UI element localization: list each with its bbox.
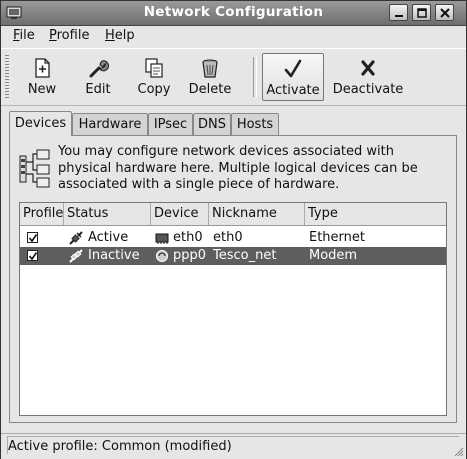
title-bar[interactable]: Network Configuration <box>1 1 466 26</box>
toolbar-grip[interactable] <box>5 55 9 99</box>
tab-devices[interactable]: Devices <box>9 111 72 136</box>
status-bar: Active profile: Common (modified) <box>1 433 466 459</box>
resize-grip-icon[interactable] <box>452 445 464 457</box>
checkmark-icon <box>284 59 302 78</box>
tab-hardware[interactable]: Hardware <box>72 113 148 135</box>
menu-profile[interactable]: Profile <box>49 28 89 43</box>
menu-bar: File Profile Help <box>1 26 466 47</box>
tab-dns[interactable]: DNS <box>193 113 231 135</box>
profile-checkbox[interactable] <box>27 232 38 243</box>
close-icon <box>440 8 450 18</box>
column-type[interactable]: Type <box>305 203 446 225</box>
copy-icon <box>145 58 163 78</box>
device-text: ppp0 <box>173 248 207 263</box>
devices-description: You may configure network devices associ… <box>58 144 418 192</box>
network-configuration-window: Network Configuration File Profile Help … <box>0 0 467 459</box>
x-mark-icon <box>361 60 375 76</box>
menu-file[interactable]: File <box>13 28 35 43</box>
copy-button[interactable]: Copy <box>128 53 180 101</box>
maximize-button[interactable] <box>412 4 431 21</box>
close-button[interactable] <box>435 4 454 21</box>
table-row[interactable]: Active eth0 eth0 Ethernet <box>20 229 446 247</box>
minimize-icon <box>395 15 403 17</box>
type-text: Ethernet <box>309 230 365 245</box>
toolbar-separator <box>253 57 257 97</box>
check-icon <box>28 252 38 261</box>
new-button[interactable]: New <box>17 53 67 101</box>
plug-disconnected-icon <box>69 249 83 263</box>
tab-hosts[interactable]: Hosts <box>231 113 279 135</box>
menu-help[interactable]: Help <box>105 28 135 43</box>
devices-panel: You may configure network devices associ… <box>9 135 457 423</box>
delete-button[interactable]: Delete <box>185 53 235 101</box>
tab-ipsec[interactable]: IPsec <box>148 113 193 135</box>
device-list-header: Profile Status Device Nickname Type <box>20 203 446 226</box>
nickname-text: Tesco_net <box>213 248 277 263</box>
toolbar: New Edit Copy Delete Activate Deactivate <box>1 48 466 106</box>
table-row-selected[interactable]: Inactive ppp0 Tesco_net Modem <box>20 247 446 265</box>
maximize-icon <box>417 8 427 18</box>
column-status[interactable]: Status <box>64 203 151 225</box>
device-list[interactable]: Profile Status Device Nickname Type Acti… <box>19 202 447 416</box>
column-profile[interactable]: Profile <box>20 203 64 225</box>
plug-connected-icon <box>69 231 83 245</box>
trash-icon <box>202 59 218 78</box>
check-icon <box>28 234 38 243</box>
ethernet-card-icon <box>155 233 169 244</box>
activate-button[interactable]: Activate <box>262 53 324 101</box>
status-text: Active <box>88 230 129 245</box>
wrench-icon <box>89 60 109 78</box>
device-text: eth0 <box>173 230 203 245</box>
active-profile-status: Active profile: Common (modified) <box>7 436 459 454</box>
status-text: Inactive <box>88 248 140 263</box>
nickname-text: eth0 <box>213 230 243 245</box>
edit-button[interactable]: Edit <box>73 53 123 101</box>
profile-checkbox[interactable] <box>27 250 38 261</box>
new-icon <box>35 58 50 78</box>
minimize-button[interactable] <box>389 4 408 21</box>
type-text: Modem <box>309 248 358 263</box>
column-nickname[interactable]: Nickname <box>209 203 305 225</box>
network-devices-icon <box>19 149 50 188</box>
deactivate-button[interactable]: Deactivate <box>329 53 407 101</box>
column-device[interactable]: Device <box>151 203 209 225</box>
modem-icon <box>156 250 168 262</box>
